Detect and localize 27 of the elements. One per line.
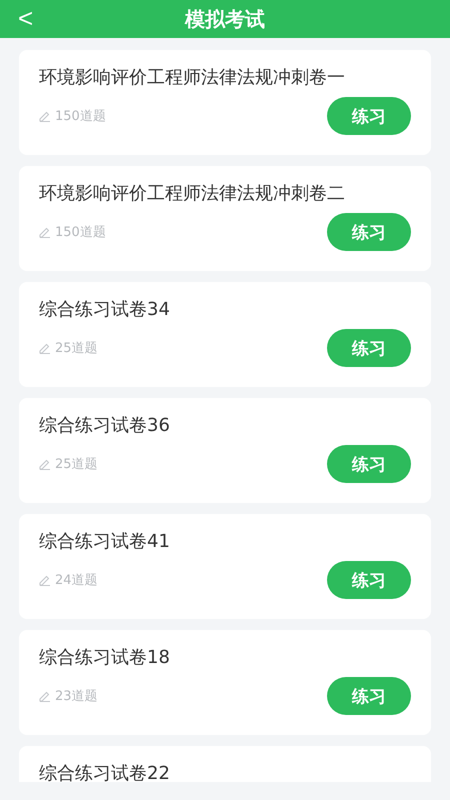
exam-card[interactable]: 综合练习试卷22	[19, 746, 431, 782]
exam-card[interactable]: 综合练习试卷18 23道题 练习	[19, 630, 431, 735]
pencil-icon	[39, 110, 51, 122]
exam-card[interactable]: 环境影响评价工程师法律法规冲刺卷二 150道题 练习	[19, 166, 431, 271]
pencil-icon	[39, 458, 51, 470]
question-count: 25道题	[55, 340, 98, 357]
exam-title: 综合练习试卷22	[39, 762, 171, 782]
exam-title: 综合练习试卷18	[39, 646, 171, 670]
exam-card[interactable]: 综合练习试卷34 25道题 练习	[19, 282, 431, 387]
question-count: 24道题	[55, 572, 98, 589]
exam-title: 综合练习试卷34	[39, 298, 171, 322]
question-count: 23道题	[55, 688, 98, 705]
page-title: 模拟考试	[185, 6, 265, 32]
exam-title: 环境影响评价工程师法律法规冲刺卷一	[39, 66, 346, 90]
exam-card[interactable]: 环境影响评价工程师法律法规冲刺卷一 150道题 练习	[19, 50, 431, 155]
exam-title: 综合练习试卷36	[39, 414, 171, 438]
pencil-icon	[39, 342, 51, 354]
pencil-icon	[39, 226, 51, 238]
exam-title: 环境影响评价工程师法律法规冲刺卷二	[39, 182, 346, 206]
pencil-icon	[39, 574, 51, 586]
pencil-icon	[39, 690, 51, 702]
question-count: 25道题	[55, 456, 98, 473]
exam-card[interactable]: 综合练习试卷41 24道题 练习	[19, 514, 431, 619]
question-count: 150道题	[55, 224, 106, 241]
exam-card[interactable]: 综合练习试卷36 25道题 练习	[19, 398, 431, 503]
question-count: 150道题	[55, 108, 106, 125]
exam-title: 综合练习试卷41	[39, 530, 171, 554]
